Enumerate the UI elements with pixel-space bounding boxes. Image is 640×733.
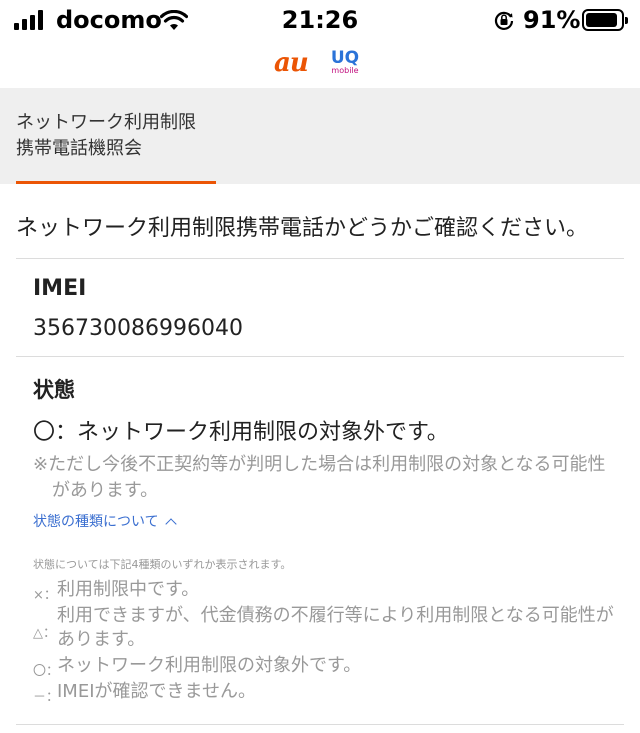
orientation-lock-icon: [493, 9, 515, 35]
instruction-text: ネットワーク利用制限携帯電話かどうかご確認ください。: [16, 216, 589, 241]
status-symbol: －：: [33, 690, 60, 705]
battery-icon: [582, 9, 628, 31]
status-types-toggle[interactable]: 状態の種類について: [33, 511, 177, 531]
status-description: 利用制限中です。: [57, 579, 200, 600]
list-item: 〇： ネットワーク利用制限の対象外です。: [33, 654, 618, 680]
list-item: △： 利用できますが、代金債務の不履行等により利用制限となる可能性があります。: [33, 604, 618, 654]
uq-mobile-logo: UQ mobile: [330, 48, 360, 76]
active-tab-indicator: [16, 181, 216, 184]
uq-logo-text: UQ: [330, 48, 360, 68]
au-logo: au: [274, 48, 309, 78]
status-symbol: △：: [33, 626, 56, 641]
uq-logo-subtext: mobile: [331, 66, 359, 75]
status-symbol: ×：: [33, 588, 57, 603]
divider: [16, 724, 624, 725]
status-symbol: 〇：: [33, 664, 60, 679]
imei-value: 356730086996040: [33, 316, 243, 341]
status-description: 利用できますが、代金債務の不履行等により利用制限となる可能性があります。: [57, 605, 614, 650]
status-description: IMEIが確認できません。: [57, 681, 256, 702]
tab-network-restriction-inquiry[interactable]: ネットワーク利用制限 携帯電話機照会: [16, 110, 196, 162]
status-description: ネットワーク利用制限の対象外です。: [57, 655, 362, 676]
logo-bar: au UQ mobile: [0, 44, 640, 88]
status-label: 状態: [33, 378, 75, 402]
divider: [16, 258, 624, 259]
imei-label: IMEI: [33, 276, 87, 301]
list-item: －： IMEIが確認できません。: [33, 680, 618, 706]
status-types-list: ×： 利用制限中です。 △： 利用できますが、代金債務の不履行等により利用制限と…: [33, 578, 618, 706]
list-item: ×： 利用制限中です。: [33, 578, 618, 604]
chevron-up-icon: [164, 518, 177, 530]
status-note: ※ただし今後不正契約等が判明した場合は利用制限の対象となる可能性があります。: [33, 454, 606, 501]
status-value: 〇：ネットワーク利用制限の対象外です。: [33, 420, 449, 445]
status-types-intro: 状態については下記4種類のいずれか表示されます。: [33, 558, 292, 571]
status-bar: docomo 21:26 91%: [0, 0, 640, 44]
divider: [16, 356, 624, 357]
tab-header: ネットワーク利用制限 携帯電話機照会: [0, 88, 640, 184]
battery-percentage: 91%: [523, 6, 581, 34]
status-types-link-label: 状態の種類について: [33, 514, 159, 530]
